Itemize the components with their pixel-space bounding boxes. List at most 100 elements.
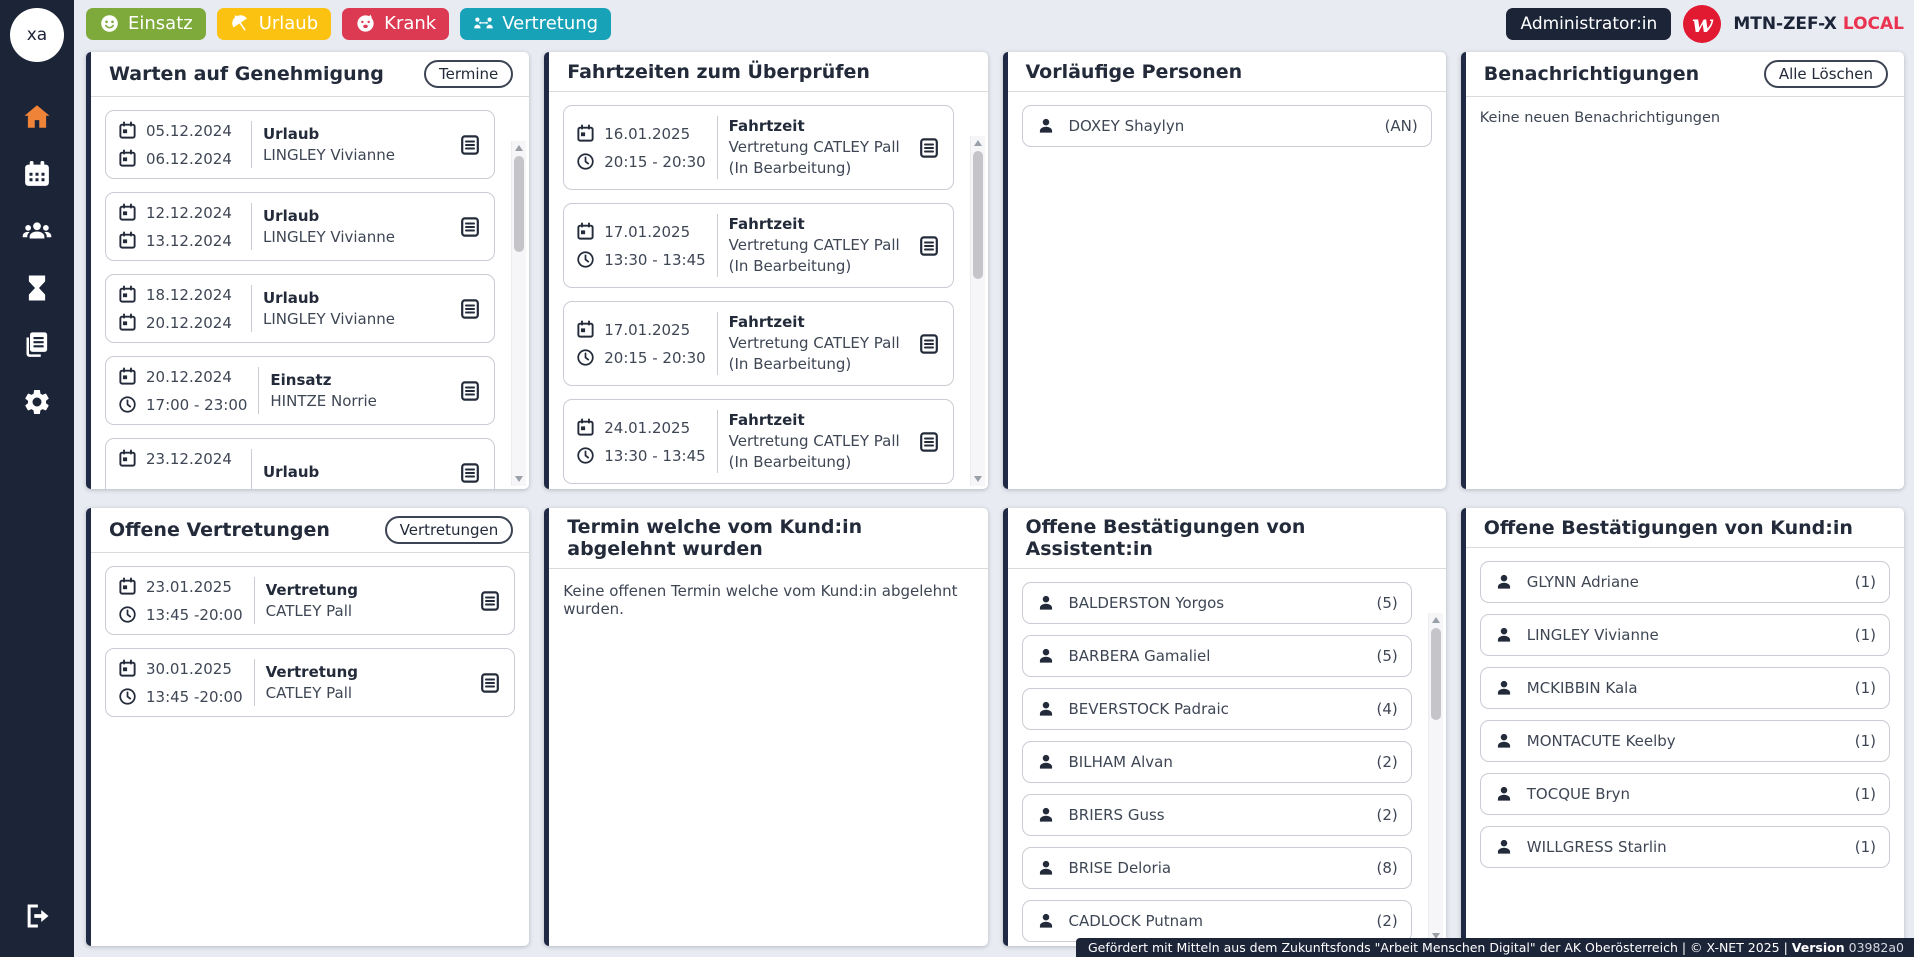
open-count: (2) xyxy=(1377,753,1398,771)
sidebar-item-home[interactable] xyxy=(22,102,52,132)
clock-icon xyxy=(576,446,595,465)
details-icon[interactable] xyxy=(458,461,482,485)
scroll-down-arrow[interactable] xyxy=(515,476,523,482)
person-name: BEVERSTOCK Padraic xyxy=(1069,700,1364,718)
calendar-icon xyxy=(118,367,137,386)
role-badge[interactable]: Administrator:in xyxy=(1506,8,1671,40)
panel-title: Benachrichtigungen xyxy=(1484,63,1699,85)
scroll-up-arrow[interactable] xyxy=(974,140,982,146)
approval-card[interactable]: 20.12.2024 17:00 - 23:00 Einsatz HINTZE … xyxy=(105,356,495,425)
scrollbar-thumb[interactable] xyxy=(1431,628,1441,720)
drive-time-card[interactable]: 17.01.2025 20:15 - 20:30 Fahrtzeit Vertr… xyxy=(563,301,953,386)
divider xyxy=(251,121,252,168)
panel-waiting-approval: Warten auf Genehmigung Termine 05.12.202… xyxy=(86,52,529,489)
scrollbar-thumb[interactable] xyxy=(973,151,983,279)
person-icon xyxy=(1036,116,1056,136)
substitution-card[interactable]: 23.01.2025 13:45 -20:00 Vertretung CATLE… xyxy=(105,566,515,635)
scroll-up-arrow[interactable] xyxy=(515,145,523,151)
topbar-right: Administrator:in w MTN-ZEF-X LOCAL xyxy=(1506,5,1904,43)
approval-card[interactable]: 05.12.2024 06.12.2024 Urlaub LINGLEY Viv… xyxy=(105,110,495,179)
vertretungen-button[interactable]: Vertretungen xyxy=(385,516,514,544)
details-icon[interactable] xyxy=(917,234,941,258)
sidebar-item-team[interactable] xyxy=(22,216,52,246)
calendar-icon xyxy=(118,121,137,140)
clock-icon xyxy=(118,395,137,414)
drive-time-card[interactable]: 17.01.2025 13:30 - 13:45 Fahrtzeit Vertr… xyxy=(563,203,953,288)
person-row[interactable]: GLYNN Adriane (1) xyxy=(1480,561,1890,603)
team-icon xyxy=(22,216,52,246)
details-icon[interactable] xyxy=(458,133,482,157)
person-row[interactable]: WILLGRESS Starlin (1) xyxy=(1480,826,1890,868)
avatar[interactable]: xa xyxy=(10,8,64,62)
details-icon[interactable] xyxy=(917,430,941,454)
person-row[interactable]: MCKIBBIN Kala (1) xyxy=(1480,667,1890,709)
details-icon[interactable] xyxy=(458,215,482,239)
person-row[interactable]: BEVERSTOCK Padraic (4) xyxy=(1022,688,1412,730)
approval-card[interactable]: 23.12.2024 Urlaub xyxy=(105,438,495,489)
scroll-down-arrow[interactable] xyxy=(974,476,982,482)
date-from: 05.12.2024 xyxy=(146,122,232,140)
divider xyxy=(251,203,252,250)
person-name: TOCQUE Bryn xyxy=(1527,785,1842,803)
date: 17.01.2025 xyxy=(604,321,690,339)
person-row[interactable]: DOXEY Shaylyn (AN) xyxy=(1022,105,1432,147)
drive-time-card[interactable]: 16.01.2025 20:15 - 20:30 Fahrtzeit Vertr… xyxy=(563,105,953,190)
footer-bar: Gefördert mit Mitteln aus dem Zukunftsfo… xyxy=(1076,938,1914,957)
person-row[interactable]: BARBERA Gamaliel (5) xyxy=(1022,635,1412,677)
scrollbar[interactable] xyxy=(1428,613,1443,943)
person-row[interactable]: BALDERSTON Yorgos (5) xyxy=(1022,582,1412,624)
logout-button[interactable] xyxy=(22,901,52,931)
urlaub-label: Urlaub xyxy=(259,13,318,34)
empty-state-text: Keine neuen Benachrichtigungen xyxy=(1480,110,1890,126)
details-icon[interactable] xyxy=(917,332,941,356)
open-count: (1) xyxy=(1855,838,1876,856)
urlaub-button[interactable]: Urlaub xyxy=(217,8,331,40)
vertretung-button[interactable]: Vertretung xyxy=(460,8,611,40)
umbrella-icon xyxy=(230,13,251,34)
details-icon[interactable] xyxy=(478,589,502,613)
substitution-card[interactable]: 30.01.2025 13:45 -20:00 Vertretung CATLE… xyxy=(105,648,515,717)
panel-assistant-confirmations: Offene Bestätigungen von Assistent:in BA… xyxy=(1003,508,1446,946)
person-row[interactable]: BILHAM Alvan (2) xyxy=(1022,741,1412,783)
clock-icon xyxy=(118,687,137,706)
sidebar-item-documents[interactable] xyxy=(22,330,52,360)
scrollbar-thumb[interactable] xyxy=(514,156,524,252)
delete-all-button[interactable]: Alle Löschen xyxy=(1764,60,1888,88)
person-row[interactable]: LINGLEY Vivianne (1) xyxy=(1480,614,1890,656)
termine-button[interactable]: Termine xyxy=(424,60,513,88)
approval-card[interactable]: 18.12.2024 20.12.2024 Urlaub LINGLEY Viv… xyxy=(105,274,495,343)
krank-button[interactable]: Krank xyxy=(342,8,449,40)
details-icon[interactable] xyxy=(478,671,502,695)
einsatz-button[interactable]: Einsatz xyxy=(86,8,206,40)
scroll-up-arrow[interactable] xyxy=(1432,617,1440,623)
entry-person: HINTZE Norrie xyxy=(270,391,452,412)
date-from: 12.12.2024 xyxy=(146,204,232,222)
details-icon[interactable] xyxy=(917,136,941,160)
drive-time-card[interactable]: 24.01.2025 13:30 - 13:45 Fahrtzeit Vertr… xyxy=(563,399,953,484)
krank-label: Krank xyxy=(384,13,436,34)
version-value: 03982a0 xyxy=(1845,940,1904,955)
sidebar-item-pending[interactable] xyxy=(22,273,52,303)
open-count: (1) xyxy=(1855,732,1876,750)
person-row[interactable]: MONTACUTE Keelby (1) xyxy=(1480,720,1890,762)
person-row[interactable]: CADLOCK Putnam (2) xyxy=(1022,900,1412,942)
person-row[interactable]: TOCQUE Bryn (1) xyxy=(1480,773,1890,815)
panel-notifications: Benachrichtigungen Alle Löschen Keine ne… xyxy=(1461,52,1904,489)
time-range: 20:15 - 20:30 xyxy=(604,153,705,171)
entry-person: CATLEY Pall xyxy=(266,601,473,622)
approval-card[interactable]: 12.12.2024 13.12.2024 Urlaub LINGLEY Viv… xyxy=(105,192,495,261)
sidebar-item-settings[interactable] xyxy=(22,387,52,417)
entry-type: Urlaub xyxy=(263,288,452,309)
person-row[interactable]: BRIERS Guss (2) xyxy=(1022,794,1412,836)
scrollbar[interactable] xyxy=(511,141,526,486)
entry-type: Fahrtzeit xyxy=(729,312,911,333)
sidebar-item-calendar[interactable] xyxy=(22,159,52,189)
person-row[interactable]: BRISE Deloria (8) xyxy=(1022,847,1412,889)
scrollbar[interactable] xyxy=(970,136,985,486)
details-icon[interactable] xyxy=(458,379,482,403)
entry-type: Fahrtzeit xyxy=(729,116,911,137)
calendar-icon xyxy=(576,320,595,339)
details-icon[interactable] xyxy=(458,297,482,321)
entry-type: Einsatz xyxy=(270,370,452,391)
time-range: 13:45 -20:00 xyxy=(146,688,243,706)
